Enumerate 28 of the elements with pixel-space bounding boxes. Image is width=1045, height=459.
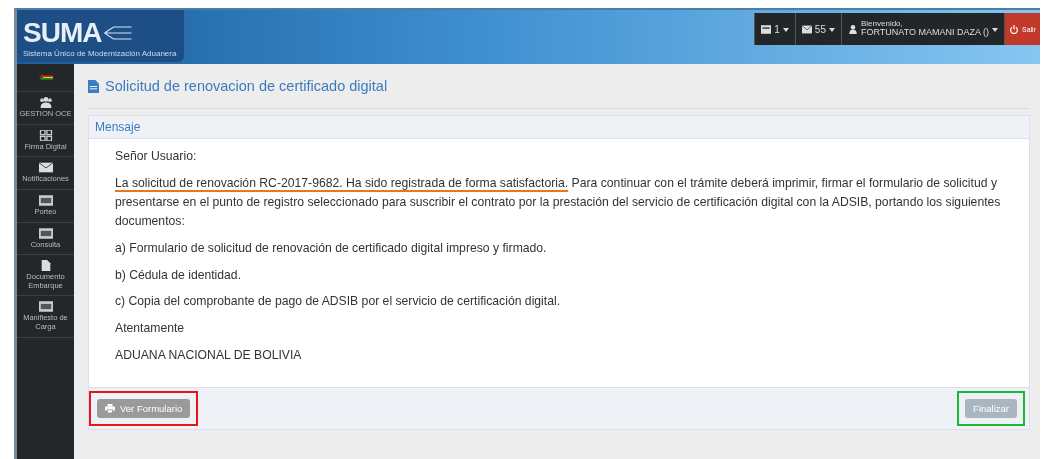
message-text: ADUANA NACIONAL DE BOLIVIA <box>115 347 303 365</box>
tray-icon <box>38 227 53 239</box>
message-text: a) Formulario de solicitud de renovación de certificado digital impreso y firmado. <box>115 239 548 257</box>
message-text: c) Copia del comprobante de pago de ADSIB por el servicio de certificación digital. <box>115 293 562 311</box>
message-text: La solicitud de renovación RC-2017-9682. Ha sido registrada de forma satisfactoria. Para continuar con el trámite deberá imprimir, firmar el formulario de solicitud y presentarse en el punto de registro seleccionado para suscribir el contrato por la prestación del servicio de certificación digital con la ADSIB, portando los siguientes documentos: <box>115 174 1002 230</box>
panel-heading: Mensaje <box>89 116 1029 139</box>
people-icon <box>38 97 53 108</box>
user-icon <box>847 24 858 34</box>
logo-tagline: Sistema Único de Modernización Aduanera <box>23 49 177 58</box>
envelope-icon <box>801 24 812 34</box>
qr-code-icon <box>38 129 53 141</box>
tray-icon <box>38 301 53 313</box>
logo-text: SUMA <box>23 17 102 49</box>
tray-icon <box>761 24 772 34</box>
power-icon <box>1009 24 1019 34</box>
tray-icon <box>38 194 53 206</box>
document-icon <box>88 79 99 93</box>
circuit-arrow-icon <box>103 25 134 41</box>
messages-dropdown[interactable]: 55 <box>794 13 841 45</box>
envelope-icon <box>38 162 53 174</box>
page-title: Solicitud de renovacion de certificado digital <box>105 78 388 94</box>
message-text: Atentamente <box>115 320 186 338</box>
printer-icon <box>105 404 115 414</box>
message-text: b) Cédula de identidad. <box>115 266 243 284</box>
tasks-dropdown[interactable]: 1 <box>754 13 795 45</box>
flag-arrow-icon <box>38 72 53 83</box>
message-text: Señor Usuario: <box>115 148 198 165</box>
user-dropdown[interactable]: Bienvenido, FORTUNATO MAMANI DAZA () <box>840 13 1004 45</box>
